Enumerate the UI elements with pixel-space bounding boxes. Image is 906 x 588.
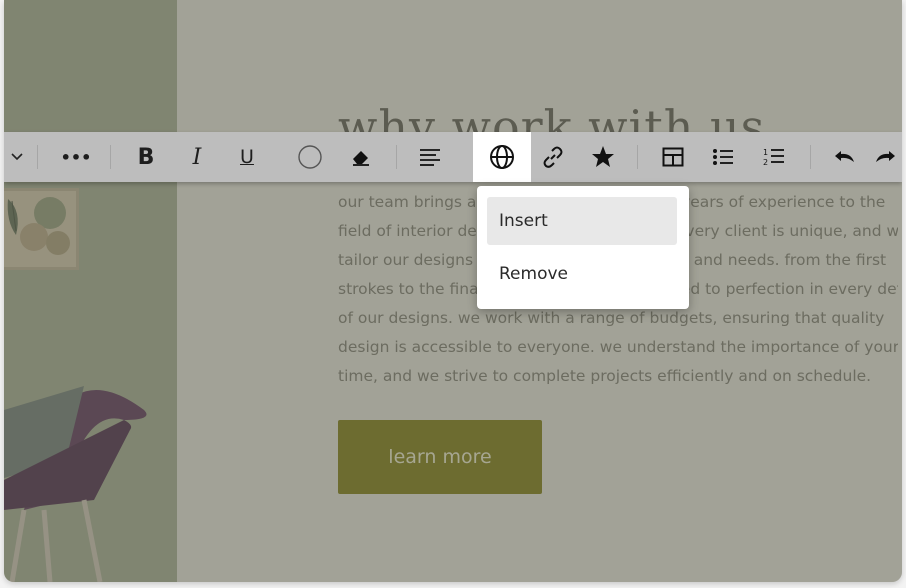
toolbar-divider xyxy=(37,145,38,169)
table-icon[interactable] xyxy=(655,132,691,182)
numbered-list-icon[interactable]: 12 xyxy=(756,132,792,182)
align-text-icon[interactable] xyxy=(412,132,448,182)
redo-icon[interactable] xyxy=(874,132,902,182)
svg-text:1: 1 xyxy=(763,148,768,157)
link-icon[interactable] xyxy=(535,132,571,182)
chevron-down-icon[interactable] xyxy=(4,132,30,182)
modal-dim-overlay xyxy=(4,0,902,582)
underline-button[interactable]: U xyxy=(229,132,265,182)
toolbar-divider xyxy=(637,145,638,169)
formatting-toolbar: ••• B I U 12 xyxy=(4,132,902,182)
color-picker-icon[interactable] xyxy=(292,132,328,182)
svg-text:2: 2 xyxy=(763,158,768,167)
link-dropdown-menu: Insert Remove xyxy=(477,186,689,309)
bold-button[interactable]: B xyxy=(128,132,164,182)
eraser-icon[interactable] xyxy=(343,132,379,182)
undo-icon[interactable] xyxy=(826,132,862,182)
italic-button[interactable]: I xyxy=(179,132,215,182)
globe-link-button[interactable] xyxy=(473,132,531,182)
bullet-list-icon[interactable] xyxy=(705,132,741,182)
more-options-button[interactable]: ••• xyxy=(56,132,96,182)
toolbar-divider xyxy=(810,145,811,169)
menu-item-remove[interactable]: Remove xyxy=(487,250,677,298)
editor-canvas: why work with us our team brings a wealt… xyxy=(4,0,902,582)
toolbar-divider xyxy=(396,145,397,169)
star-icon[interactable] xyxy=(585,132,621,182)
menu-item-insert[interactable]: Insert xyxy=(487,197,677,245)
toolbar-divider xyxy=(110,145,111,169)
